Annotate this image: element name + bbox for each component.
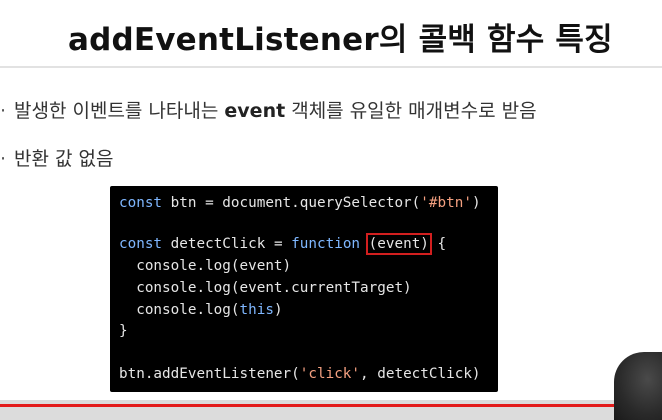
video-progress-bar[interactable] xyxy=(0,404,662,407)
code-text: ) xyxy=(273,302,283,318)
title-divider xyxy=(0,66,662,68)
code-text: btn = document.querySelector( xyxy=(162,195,421,211)
bullet-text: 반환 값 없음 xyxy=(14,148,114,170)
code-text: detectClick = xyxy=(162,236,292,252)
slide-title: addEventListener의 콜백 함수 특징 xyxy=(68,22,613,58)
code-block: const btn = document.querySelector('#btn… xyxy=(110,186,498,392)
highlighted-event-param: (event) xyxy=(365,233,432,255)
bullet-dot-icon: · xyxy=(0,148,7,170)
code-text: { xyxy=(428,236,447,252)
code-text: btn.addEventListener( xyxy=(119,366,300,382)
video-progress-fill xyxy=(0,404,662,407)
code-line-5: console.log(this) xyxy=(119,302,283,318)
code-keyword: const xyxy=(119,236,163,252)
code-text: , detectClick) xyxy=(360,366,481,382)
code-string: 'click' xyxy=(299,366,361,382)
bullet-text: 발생한 이벤트를 나타내는 xyxy=(14,100,225,122)
code-keyword: const xyxy=(119,195,163,211)
code-text: console.log( xyxy=(119,302,240,318)
bullet-keyword: event xyxy=(224,100,286,122)
code-keyword-this: this xyxy=(239,302,274,318)
stage-floor xyxy=(0,400,662,420)
code-line-4: console.log(event.currentTarget) xyxy=(119,280,412,296)
presenter-image xyxy=(614,352,662,420)
code-line-1: const btn = document.querySelector('#btn… xyxy=(119,195,481,211)
code-keyword-function: function xyxy=(291,236,361,252)
code-line-6: } xyxy=(119,323,128,339)
bullet-item-no-return: · 반환 값 없음 xyxy=(0,144,113,171)
code-text: ) xyxy=(471,195,481,211)
bullet-text-tail: 객체를 유일한 매개변수로 받음 xyxy=(285,100,537,122)
code-string: '#btn' xyxy=(420,195,472,211)
code-line-7: btn.addEventListener('click', detectClic… xyxy=(119,366,481,382)
bullet-dot-icon: · xyxy=(0,100,7,122)
bullet-item-event-param: · 발생한 이벤트를 나타내는 event 객체를 유일한 매개변수로 받음 xyxy=(0,96,537,123)
code-line-3: console.log(event) xyxy=(119,258,292,274)
code-line-2: const detectClick = function (event) { xyxy=(119,233,447,255)
